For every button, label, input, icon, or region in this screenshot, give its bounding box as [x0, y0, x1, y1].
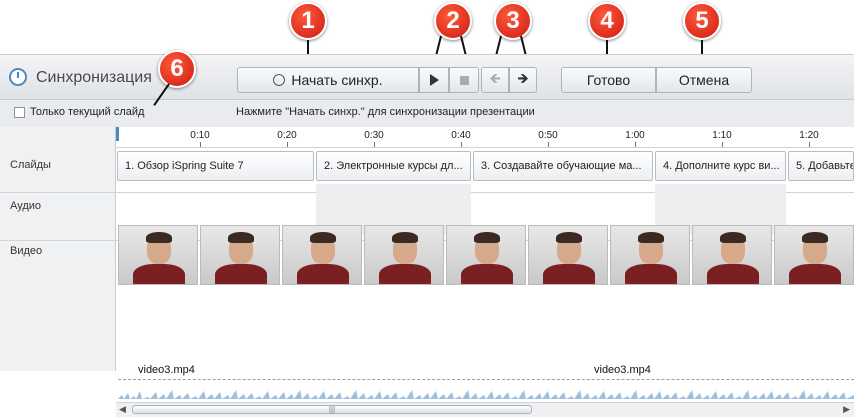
ruler-tick — [287, 142, 288, 147]
video-thumbnail — [692, 225, 772, 285]
ruler-tick — [635, 142, 636, 147]
video-track-divider — [118, 379, 854, 380]
video-thumbnail — [528, 225, 608, 285]
current-slide-only-label[interactable]: Только текущий слайд — [30, 106, 144, 118]
ruler-label: 0:30 — [364, 130, 384, 141]
sync-toolbar: Синхронизация Начать синхр. 🡸 🡺 Готово О… — [0, 55, 854, 100]
done-label: Готово — [586, 72, 631, 88]
ruler-label: 0:50 — [538, 130, 558, 141]
ruler-tick — [374, 142, 375, 147]
callout-2: 2 — [434, 2, 472, 40]
callout-3: 3 — [494, 2, 532, 40]
slide-block-2[interactable]: 2. Электронные курсы дл... — [316, 151, 471, 181]
cancel-button[interactable]: Отмена — [656, 67, 752, 93]
slide-block-1[interactable]: 1. Обзор iSpring Suite 7 — [117, 151, 314, 181]
track-label-audio: Аудио — [10, 200, 42, 212]
callout-4: 4 — [588, 2, 626, 40]
next-slide-button[interactable]: 🡺 — [509, 67, 537, 93]
video-thumbnail — [118, 225, 198, 285]
ruler-label: 0:20 — [277, 130, 297, 141]
arrow-left-icon: 🡸 — [489, 70, 501, 86]
current-slide-only-checkbox[interactable] — [14, 107, 25, 118]
sync-panel: Синхронизация Начать синхр. 🡸 🡺 Готово О… — [0, 54, 854, 417]
video-thumbnail — [446, 225, 526, 285]
panel-title: Синхронизация — [36, 69, 152, 86]
video-file-label: video3.mp4 — [594, 364, 651, 376]
video-file-label: video3.mp4 — [138, 364, 195, 376]
stopwatch-icon — [273, 74, 286, 86]
time-ruler[interactable]: 0:10 0:20 0:30 0:40 0:50 1:00 1:10 1:20 — [116, 127, 854, 148]
track-label-video: Видео — [10, 245, 43, 257]
done-button[interactable]: Готово — [561, 67, 656, 93]
video-thumbnail — [364, 225, 444, 285]
ruler-tick — [809, 142, 810, 147]
audio-waveform — [118, 390, 854, 399]
callout-5: 5 — [683, 2, 721, 40]
previous-slide-button[interactable]: 🡸 — [481, 67, 509, 93]
ruler-label: 1:20 — [799, 130, 819, 141]
arrow-right-icon: 🡺 — [517, 70, 529, 86]
timeline-horizontal-scrollbar[interactable]: ◀ ||| ▶ — [116, 402, 854, 417]
video-thumbnail — [610, 225, 690, 285]
track-label-slides: Слайды — [10, 159, 51, 171]
track-labels: Слайды Аудио Видео — [0, 127, 116, 371]
video-thumbnail — [774, 225, 854, 285]
video-thumbnail — [200, 225, 280, 285]
ruler-label: 0:10 — [190, 130, 210, 141]
ruler-tick — [461, 142, 462, 147]
callout-6: 6 — [158, 50, 196, 88]
ruler-label: 1:10 — [712, 130, 732, 141]
slide-block-4[interactable]: 4. Дополните курс ви... — [655, 151, 786, 181]
scrollbar-thumb[interactable]: ||| — [132, 405, 532, 414]
start-sync-button[interactable]: Начать синхр. — [237, 67, 419, 93]
slide-block-5[interactable]: 5. Добавьте — [788, 151, 854, 181]
play-icon — [429, 74, 439, 86]
stopwatch-icon — [9, 68, 27, 86]
ruler-label: 1:00 — [625, 130, 645, 141]
ruler-tick — [200, 142, 201, 147]
play-button[interactable] — [419, 67, 449, 93]
cancel-label: Отмена — [678, 72, 730, 88]
scroll-right-icon[interactable]: ▶ — [843, 404, 850, 415]
video-thumbnail — [282, 225, 362, 285]
start-sync-label: Начать синхр. — [291, 72, 383, 88]
scroll-left-icon[interactable]: ◀ — [119, 404, 126, 415]
ruler-tick — [722, 142, 723, 147]
stop-icon — [459, 75, 469, 85]
callout-1: 1 — [289, 2, 327, 40]
options-bar: Только текущий слайд Нажмите "Начать син… — [0, 100, 854, 126]
sync-hint-text: Нажмите "Начать синхр." для синхронизаци… — [236, 106, 535, 118]
ruler-tick — [548, 142, 549, 147]
slide-block-3[interactable]: 3. Создавайте обучающие ма... — [473, 151, 653, 181]
playhead[interactable] — [116, 127, 119, 141]
ruler-label: 0:40 — [451, 130, 471, 141]
stop-button[interactable] — [449, 67, 479, 93]
